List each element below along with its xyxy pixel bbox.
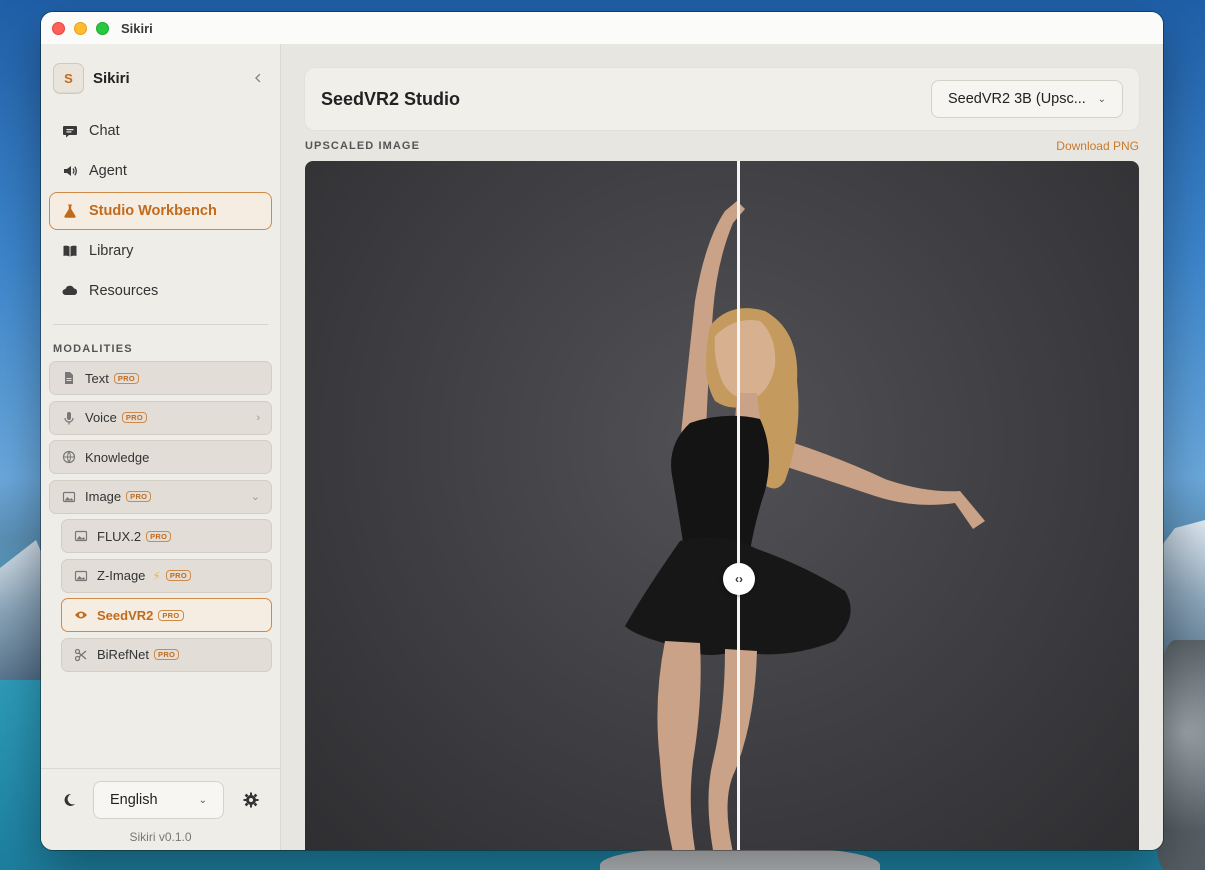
modality-flux2-label: FLUX.2: [97, 528, 142, 544]
window-title: Sikiri: [121, 20, 153, 36]
modality-birefnet[interactable]: BiRefNet PRO: [61, 637, 272, 672]
pro-badge: PRO: [121, 412, 147, 423]
pro-badge: PRO: [146, 530, 172, 542]
pro-badge: PRO: [165, 570, 191, 581]
modalities-list: Text PRO Voice PRO › Knowledge Image PRO: [41, 361, 280, 677]
modality-image[interactable]: Image PRO ⌄: [49, 479, 272, 514]
close-window-button[interactable]: [52, 21, 65, 35]
modality-voice-label: Voice: [85, 410, 117, 425]
nav-label-chat: Chat: [89, 123, 120, 139]
modality-z-image[interactable]: Z-Image ⚡ PRO: [61, 558, 272, 593]
flask-icon: [61, 202, 79, 220]
brand: S Sikiri: [41, 44, 280, 100]
download-png-link[interactable]: Download PNG: [1056, 139, 1139, 153]
chevron-down-icon: ⌄: [250, 491, 260, 503]
model-select[interactable]: SeedVR2 3B (Upsc... ⌄: [931, 80, 1123, 118]
image-icon: [61, 489, 77, 505]
modality-text-label: Text: [85, 370, 109, 386]
page-title: SeedVR2 Studio: [321, 88, 461, 109]
theme-toggle-button[interactable]: [53, 784, 85, 816]
language-select[interactable]: English ⌄: [93, 781, 224, 819]
chevron-down-icon: ⌄: [1097, 93, 1106, 105]
collapse-sidebar-button[interactable]: [248, 68, 268, 88]
modality-z-image-label: Z-Image: [97, 568, 146, 583]
upscaled-image-label: UPSCALED IMAGE: [305, 140, 421, 152]
zoom-window-button[interactable]: [96, 21, 109, 35]
globe-icon: [61, 449, 77, 465]
eye-icon: [73, 607, 89, 623]
image-icon: [73, 528, 89, 544]
chevron-left-icon: [255, 73, 261, 83]
modality-seedvr2-label: SeedVR2: [97, 607, 154, 623]
cloud-icon: [61, 282, 79, 300]
modality-voice[interactable]: Voice PRO ›: [49, 400, 272, 435]
app-version: Sikiri v0.1.0: [129, 830, 192, 844]
nav-label-resources: Resources: [89, 283, 159, 299]
nav-item-resources[interactable]: Resources: [49, 272, 272, 310]
comparison-image-panel[interactable]: ‹›: [305, 161, 1139, 850]
nav-label-agent: Agent: [89, 163, 127, 179]
nav-item-chat[interactable]: Chat: [49, 112, 272, 150]
compare-slider-handle[interactable]: ‹›: [723, 563, 755, 595]
dancer-photo: [625, 201, 985, 850]
nav-item-studio-workbench[interactable]: Studio Workbench: [49, 192, 272, 230]
nav-item-library[interactable]: Library: [49, 232, 272, 270]
scissors-icon: [73, 647, 89, 663]
gear-icon: [243, 792, 259, 808]
modality-knowledge[interactable]: Knowledge: [49, 440, 272, 474]
brand-name: Sikiri: [93, 69, 130, 87]
modalities-heading: MODALITIES: [53, 343, 133, 355]
studio-header: SeedVR2 Studio SeedVR2 3B (Upsc... ⌄: [305, 68, 1139, 130]
language-select-value: English: [110, 792, 158, 808]
sidebar: S Sikiri Chat Agent Studio Workbench Lib…: [41, 44, 281, 850]
settings-button[interactable]: [240, 789, 262, 811]
brand-logo[interactable]: S: [53, 62, 84, 94]
pro-badge: PRO: [158, 609, 184, 621]
modality-knowledge-label: Knowledge: [85, 449, 150, 465]
modality-flux2[interactable]: FLUX.2 PRO: [61, 519, 272, 553]
sidebar-footer: English ⌄ Sikiri v0.1.0: [41, 768, 280, 850]
chevron-down-icon: ⌄: [198, 794, 207, 806]
pro-badge: PRO: [154, 649, 180, 660]
modality-image-label: Image: [85, 489, 122, 504]
book-icon: [61, 242, 79, 260]
pro-badge: PRO: [113, 372, 139, 384]
chevron-right-icon: ›: [256, 411, 260, 424]
compare-divider-line[interactable]: [737, 161, 740, 850]
modality-seedvr2[interactable]: SeedVR2 PRO: [61, 598, 272, 632]
titlebar: Sikiri: [41, 12, 1163, 44]
modality-text[interactable]: Text PRO: [49, 361, 272, 395]
upscaled-header: UPSCALED IMAGE Download PNG: [305, 138, 1139, 154]
app-window: Sikiri S Sikiri Chat Agent Studio Workbe…: [41, 12, 1163, 850]
minimize-window-button[interactable]: [74, 21, 87, 35]
nav-item-agent[interactable]: Agent: [49, 152, 272, 190]
nav-label-library: Library: [89, 243, 134, 259]
lightning-icon: ⚡: [152, 568, 161, 583]
microphone-icon: [61, 410, 77, 426]
chat-bubble-icon: [61, 122, 79, 140]
image-icon: [73, 568, 89, 584]
main-content: SeedVR2 Studio SeedVR2 3B (Upsc... ⌄ UPS…: [281, 44, 1163, 850]
nav-label-studio-workbench: Studio Workbench: [89, 203, 217, 219]
main-nav: Chat Agent Studio Workbench Library Reso…: [41, 104, 280, 312]
document-icon: [61, 370, 77, 386]
model-select-value: SeedVR2 3B (Upsc...: [948, 91, 1086, 107]
modality-birefnet-label: BiRefNet: [97, 647, 150, 662]
pro-badge: PRO: [126, 491, 152, 502]
moon-icon: [64, 793, 75, 806]
speaker-icon: [61, 162, 79, 180]
